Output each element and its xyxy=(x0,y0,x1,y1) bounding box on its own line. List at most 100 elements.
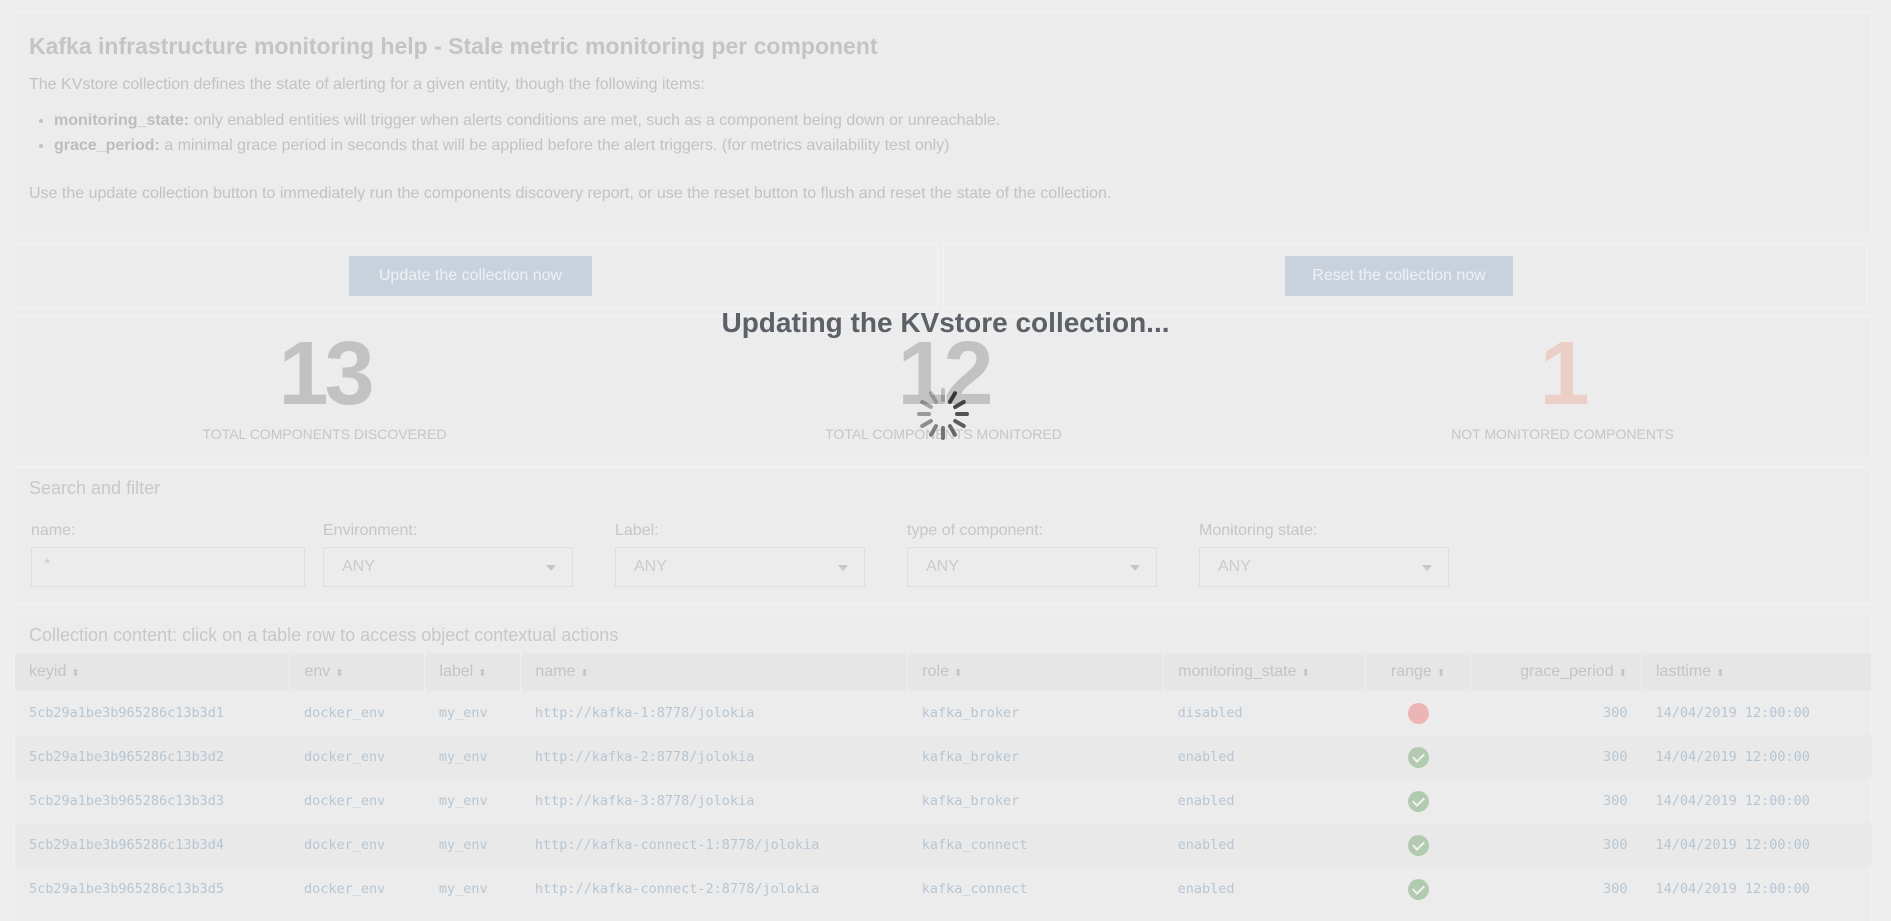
cell-range xyxy=(1365,735,1471,779)
name-input[interactable]: * xyxy=(31,547,305,587)
single-label: TOTAL COMPONENTS DISCOVERED xyxy=(202,426,447,442)
spinner-segment xyxy=(929,424,938,437)
table-row[interactable]: 5cb29a1be3b965286c13b3d5 docker_env my_env… xyxy=(15,867,1872,911)
cell-monitoring-state: enabled xyxy=(1177,793,1235,809)
help-list: monitoring_state: only enabled entities … xyxy=(54,108,1856,158)
cell-lasttime: 14/04/2019 12:00:00 xyxy=(1641,823,1872,867)
filter-label: Monitoring state: xyxy=(1199,522,1318,539)
column-header-env[interactable]: env ⬍ xyxy=(289,653,426,691)
caret-down-icon xyxy=(1422,565,1432,571)
help-item-key: monitoring_state: xyxy=(54,112,190,129)
cell-label: my_env xyxy=(424,823,521,867)
column-header-lasttime[interactable]: lasttime ⬍ xyxy=(1641,653,1872,691)
dropdown-value: ANY xyxy=(1218,558,1251,575)
cell-env: docker_env xyxy=(289,823,425,867)
monitoring-state-dropdown[interactable]: ANY xyxy=(1199,547,1449,587)
filter-component-type: type of component: ANY xyxy=(907,522,1157,587)
dropdown-value: ANY xyxy=(926,558,959,575)
column-header-label: grace_period xyxy=(1520,663,1614,680)
table-row[interactable]: 5cb29a1be3b965286c13b3d1 docker_env my_env… xyxy=(15,691,1872,735)
table-header-row: keyid ⬍ env ⬍ label ⬍ name ⬍ role ⬍ monitorin… xyxy=(15,653,1872,691)
cell-env: docker_env xyxy=(289,735,425,779)
column-header-range[interactable]: range ⬍ xyxy=(1365,653,1472,691)
column-header-name[interactable]: name ⬍ xyxy=(520,653,909,691)
table-row[interactable]: 5cb29a1be3b965286c13b3d4 docker_env my_env… xyxy=(15,823,1872,867)
status-ok-icon xyxy=(1407,878,1429,900)
spinner-segment xyxy=(920,419,933,429)
reset-panel: Reset the collection now xyxy=(943,244,1867,308)
cell-lasttime: 14/04/2019 12:00:00 xyxy=(1641,735,1872,779)
reset-collection-button[interactable]: Reset the collection now xyxy=(1285,256,1513,296)
label-dropdown[interactable]: ANY xyxy=(615,547,865,587)
cell-name: http://kafka-1:8778/jolokia xyxy=(534,705,755,721)
status-ok-icon xyxy=(1407,746,1429,768)
table-row[interactable]: 5cb29a1be3b965286c13b3d3 docker_env my_env… xyxy=(15,779,1872,823)
cell-env: docker_env xyxy=(303,881,386,897)
spinner-segment xyxy=(948,424,957,437)
help-item-key: grace_period: xyxy=(54,137,160,154)
cell-monitoring-state: enabled xyxy=(1163,823,1366,867)
column-header-label: lasttime xyxy=(1656,663,1712,680)
spinner-segment xyxy=(941,426,945,440)
column-header-keyid[interactable]: keyid ⬍ xyxy=(15,653,291,691)
cell-range xyxy=(1366,867,1471,911)
single-value: 13 xyxy=(278,324,374,424)
column-header-grace-period[interactable]: grace_period ⬍ xyxy=(1470,653,1642,691)
update-collection-button[interactable]: Update the collection now xyxy=(349,256,592,296)
filter-environment: Environment: ANY xyxy=(323,522,573,587)
cell-role: kafka_broker xyxy=(921,793,1020,809)
cell-lasttime: 14/04/2019 12:00:00 xyxy=(1655,705,1810,721)
spinner-segment xyxy=(948,391,957,404)
column-header-label[interactable]: label ⬍ xyxy=(424,653,522,691)
help-intro: The KVstore collection defines the state… xyxy=(29,76,705,93)
sort-icon: ⬍ xyxy=(71,668,80,679)
table-row[interactable]: 5cb29a1be3b965286c13b3d2 docker_env my_env… xyxy=(15,735,1872,779)
caret-down-icon xyxy=(1130,565,1140,571)
sort-icon: ⬍ xyxy=(1301,668,1310,679)
cell-label: my_env xyxy=(438,793,488,809)
help-item-grace-period: grace_period: a minimal grace period in … xyxy=(54,133,1856,158)
sort-icon: ⬍ xyxy=(478,668,487,679)
cell-range xyxy=(1366,691,1471,735)
caret-down-icon xyxy=(546,565,556,571)
filter-name: name: * xyxy=(31,522,305,587)
filter-monitoring-state: Monitoring state: ANY xyxy=(1199,522,1449,587)
cell-label: my_env xyxy=(438,881,488,897)
cell-name: http://kafka-connect-1:8778/jolokia xyxy=(520,823,908,867)
filter-label: Environment: xyxy=(323,522,418,539)
sort-icon: ⬍ xyxy=(953,668,963,679)
actions-row: Update the collection now Reset the coll… xyxy=(14,244,1871,308)
cell-keyid: 5cb29a1be3b965286c13b3d1 xyxy=(29,705,225,721)
column-header-role[interactable]: role ⬍ xyxy=(907,653,1165,691)
filter-label: type of component: xyxy=(907,522,1044,539)
dropdown-value: ANY xyxy=(342,558,375,575)
single-value: 1 xyxy=(1539,324,1589,424)
cell-keyid: 5cb29a1be3b965286c13b3d3 xyxy=(29,793,225,809)
column-header-label: name xyxy=(535,663,576,680)
cell-role: kafka_connect xyxy=(907,823,1164,867)
dropdown-value: ANY xyxy=(634,558,667,575)
filter-label: Label: xyxy=(615,522,659,539)
column-header-label: keyid xyxy=(29,663,67,680)
sort-icon: ⬍ xyxy=(1618,668,1627,679)
loading-spinner-icon xyxy=(917,388,969,440)
search-title: Search and filter xyxy=(29,478,161,498)
sort-icon: ⬍ xyxy=(580,668,589,679)
column-header-label: env xyxy=(304,663,331,680)
dashboard-page: Kafka infrastructure monitoring help - S… xyxy=(0,0,1891,921)
component-type-dropdown[interactable]: ANY xyxy=(907,547,1157,587)
search-filter-panel: Search and filter name: * Environment: A… xyxy=(14,467,1871,604)
caret-down-icon xyxy=(838,565,848,571)
spinner-segment xyxy=(941,388,945,402)
environment-dropdown[interactable]: ANY xyxy=(323,547,573,587)
help-footer: Use the update collection button to imme… xyxy=(29,185,1112,202)
filter-label-field: Label: ANY xyxy=(615,522,865,587)
cell-name: http://kafka-2:8778/jolokia xyxy=(520,735,908,779)
cell-name: http://kafka-connect-2:8778/jolokia xyxy=(534,881,820,897)
cell-env: docker_env xyxy=(303,705,386,721)
cell-range xyxy=(1366,779,1471,823)
cell-monitoring-state: disabled xyxy=(1177,705,1243,721)
column-header-monitoring-state[interactable]: monitoring_state ⬍ xyxy=(1163,653,1367,691)
filter-label: name: xyxy=(31,522,76,539)
cell-grace-period: 300 xyxy=(1603,881,1628,897)
